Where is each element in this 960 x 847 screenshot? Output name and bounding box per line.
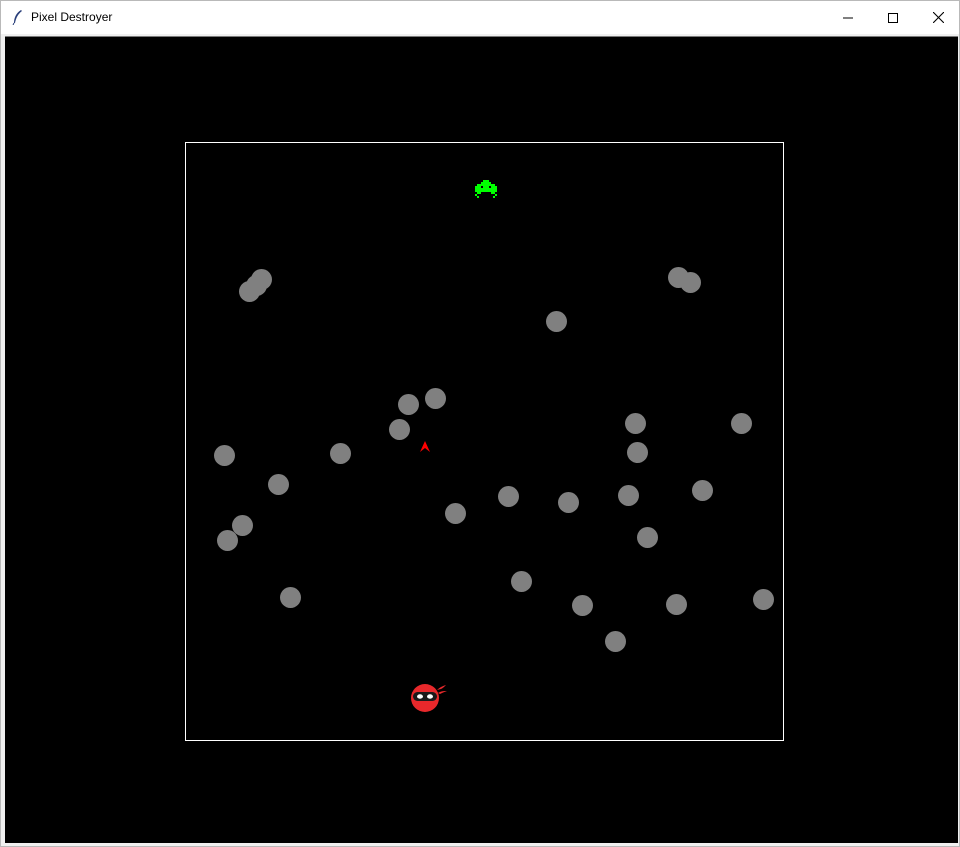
rock xyxy=(511,571,532,592)
minimize-button[interactable] xyxy=(825,1,871,34)
rock xyxy=(398,394,419,415)
rock xyxy=(445,503,466,524)
rock xyxy=(680,272,701,293)
minimize-icon xyxy=(843,17,853,18)
rock xyxy=(251,269,272,290)
game-canvas[interactable] xyxy=(5,36,958,843)
rock xyxy=(558,492,579,513)
rock xyxy=(217,530,238,551)
rock xyxy=(425,388,446,409)
arrow-ship-icon xyxy=(420,441,430,452)
close-icon xyxy=(932,12,944,23)
rock xyxy=(627,442,648,463)
rock xyxy=(268,474,289,495)
maximize-button[interactable] xyxy=(870,1,916,34)
ninja-player-icon xyxy=(411,684,447,712)
rock xyxy=(330,443,351,464)
feather-icon xyxy=(12,10,22,25)
title-bar[interactable]: Pixel Destroyer xyxy=(1,1,959,34)
rock xyxy=(280,587,301,608)
rock xyxy=(753,589,774,610)
space-invader-icon xyxy=(475,180,497,198)
rock xyxy=(214,445,235,466)
rock xyxy=(618,485,639,506)
rock xyxy=(605,631,626,652)
rock xyxy=(498,486,519,507)
rock xyxy=(625,413,646,434)
rock xyxy=(389,419,410,440)
rock xyxy=(666,594,687,615)
close-button[interactable] xyxy=(915,1,960,34)
rock xyxy=(692,480,713,501)
rock xyxy=(546,311,567,332)
rock xyxy=(572,595,593,616)
maximize-icon xyxy=(888,12,898,23)
play-arena xyxy=(185,142,784,741)
rock xyxy=(731,413,752,434)
window-title: Pixel Destroyer xyxy=(31,10,113,24)
app-window: Pixel Destroyer xyxy=(0,0,960,847)
rock xyxy=(637,527,658,548)
